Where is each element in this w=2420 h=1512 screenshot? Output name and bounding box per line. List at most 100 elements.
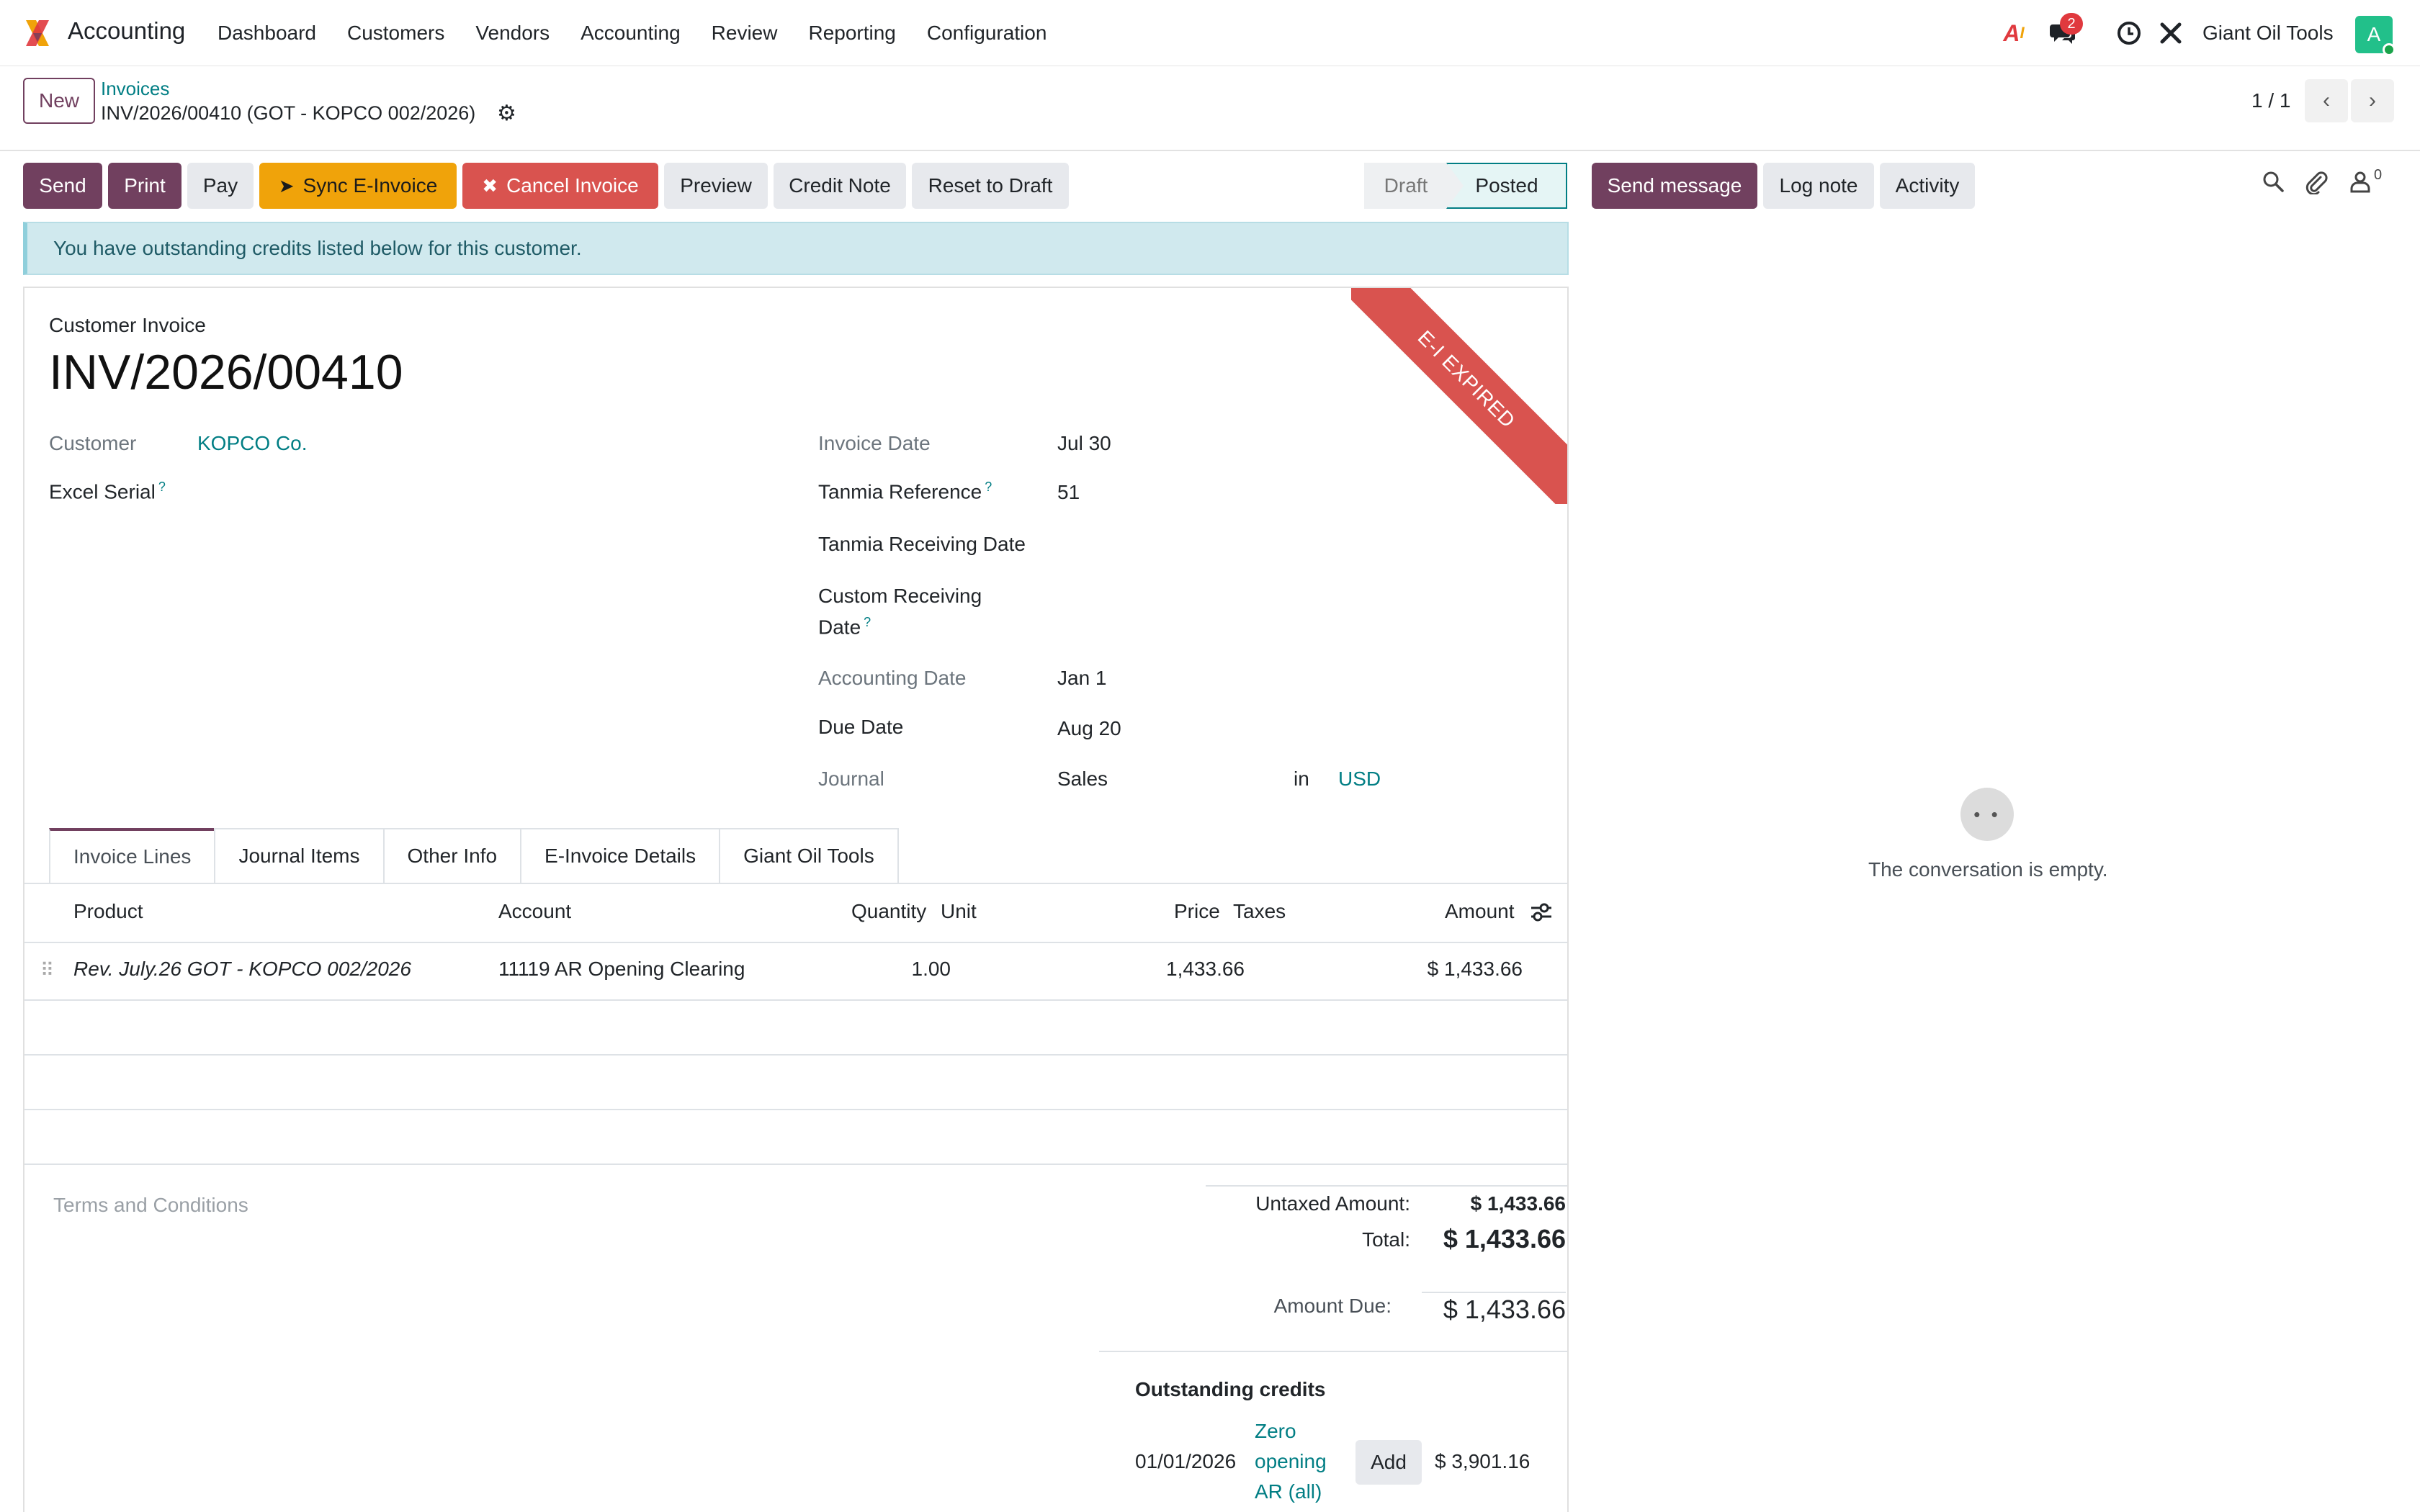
- empty-conversation-text: The conversation is empty.: [1868, 858, 2108, 881]
- currency-field[interactable]: USD: [1338, 768, 1381, 791]
- add-credit-button[interactable]: Add: [1355, 1440, 1422, 1485]
- sync-e-invoice-button[interactable]: ➤ Sync E-Invoice: [259, 163, 457, 209]
- cancel-invoice-button[interactable]: ✖ Cancel Invoice: [462, 163, 658, 209]
- customer-label: Customer: [49, 432, 137, 454]
- line-amount: $ 1,433.66: [1427, 958, 1523, 980]
- breadcrumb-invoices[interactable]: Invoices: [101, 78, 169, 100]
- accounting-app-icon[interactable]: [22, 17, 53, 49]
- terms-and-conditions-field[interactable]: Terms and Conditions: [53, 1194, 248, 1217]
- user-avatar[interactable]: A: [2355, 16, 2396, 56]
- line-product[interactable]: Rev. July.26 GOT - KOPCO 002/2026: [73, 958, 411, 981]
- tanmia-reference-text: Tanmia Reference: [818, 480, 982, 503]
- close-icon: ✖: [482, 174, 498, 197]
- help-icon[interactable]: ?: [864, 615, 871, 629]
- untaxed-amount-value: $ 1,433.66: [1470, 1192, 1566, 1215]
- currency-in-label: in: [1294, 768, 1309, 790]
- reset-to-draft-button[interactable]: Reset to Draft: [912, 163, 1069, 209]
- cancel-invoice-label: Cancel Invoice: [506, 174, 639, 197]
- gear-icon[interactable]: ⚙: [497, 101, 516, 126]
- accounting-date-field[interactable]: Jan 1: [1057, 667, 1107, 690]
- search-icon[interactable]: [2262, 170, 2285, 199]
- table-empty-row-line: [24, 1054, 1567, 1056]
- credit-name-line1[interactable]: Zero: [1255, 1420, 1296, 1443]
- table-header-line: [24, 942, 1567, 943]
- custom-receiving-date-label-line2: Date?: [818, 615, 871, 639]
- pay-button[interactable]: Pay: [187, 163, 254, 209]
- invoice-date-label: Invoice Date: [818, 432, 931, 454]
- invoice-form-sheet: E-I EXPIRED Customer Invoice INV/2026/00…: [23, 287, 1569, 1512]
- due-date-field[interactable]: Aug 20: [1057, 717, 1121, 740]
- print-button[interactable]: Print: [108, 163, 182, 209]
- col-account[interactable]: Account: [498, 900, 571, 923]
- pager-next-button[interactable]: ›: [2351, 79, 2394, 122]
- journal-field[interactable]: Sales: [1057, 768, 1108, 791]
- table-row-line: [24, 999, 1567, 1001]
- col-amount[interactable]: Amount: [1445, 900, 1515, 923]
- credit-name-line2[interactable]: opening: [1255, 1450, 1327, 1473]
- ai-icon[interactable]: AI: [1999, 19, 2028, 48]
- pager-previous-button[interactable]: ‹: [2305, 79, 2348, 122]
- outstanding-credits-line: [1099, 1351, 1567, 1352]
- help-icon[interactable]: ?: [985, 480, 992, 494]
- journal-label: Journal: [818, 768, 884, 790]
- company-switcher[interactable]: Giant Oil Tools: [2202, 22, 2334, 45]
- log-note-button[interactable]: Log note: [1763, 163, 1874, 209]
- tab-e-invoice-details[interactable]: E-Invoice Details: [520, 828, 721, 883]
- record-title: INV/2026/00410 (GOT - KOPCO 002/2026): [101, 102, 476, 124]
- col-unit[interactable]: Unit: [941, 900, 977, 923]
- menu-configuration[interactable]: Configuration: [927, 22, 1047, 45]
- custom-receiving-date-text: Date: [818, 616, 861, 639]
- chevron-right-icon: ›: [2369, 89, 2376, 112]
- new-button[interactable]: New: [23, 78, 95, 124]
- line-account[interactable]: 11119 AR Opening Clearing: [498, 958, 745, 981]
- status-draft[interactable]: Draft: [1364, 163, 1448, 209]
- clock-icon[interactable]: [2115, 19, 2143, 48]
- tanmia-reference-field[interactable]: 51: [1057, 481, 1080, 504]
- invoice-date-field[interactable]: Jul 30: [1057, 432, 1111, 455]
- menu-review[interactable]: Review: [712, 22, 778, 45]
- credit-note-button[interactable]: Credit Note: [774, 163, 906, 209]
- sync-e-invoice-label: Sync E-Invoice: [302, 174, 438, 197]
- menu-customers[interactable]: Customers: [347, 22, 444, 45]
- document-type: Customer Invoice: [49, 314, 206, 336]
- line-price[interactable]: 1,433.66: [1105, 958, 1245, 981]
- tab-journal-items[interactable]: Journal Items: [214, 828, 385, 883]
- top-navbar: Accounting Dashboard Customers Vendors A…: [0, 0, 2420, 66]
- followers-icon[interactable]: [2349, 170, 2371, 199]
- col-price[interactable]: Price: [1174, 900, 1220, 923]
- status-arrow: [1446, 163, 1464, 209]
- table-empty-row-line: [24, 1164, 1567, 1165]
- tanmia-reference-label: Tanmia Reference?: [818, 480, 992, 503]
- tools-icon[interactable]: [2156, 19, 2185, 48]
- avatar-letter: A: [2367, 23, 2381, 45]
- activity-button[interactable]: Activity: [1880, 163, 1975, 209]
- excel-serial-label: Excel Serial?: [49, 480, 166, 503]
- outstanding-credits-alert: You have outstanding credits listed belo…: [23, 222, 1569, 275]
- drag-handle-icon[interactable]: ⠿: [40, 959, 54, 981]
- menu-accounting[interactable]: Accounting: [581, 22, 681, 45]
- menu-reporting[interactable]: Reporting: [808, 22, 895, 45]
- pager-value[interactable]: 1 / 1: [2251, 89, 2290, 112]
- tab-giant-oil-tools[interactable]: Giant Oil Tools: [719, 828, 899, 883]
- col-product[interactable]: Product: [73, 900, 143, 923]
- optional-columns-icon[interactable]: [1530, 901, 1553, 923]
- tab-other-info[interactable]: Other Info: [382, 828, 522, 883]
- excel-serial-text: Excel Serial: [49, 480, 156, 503]
- paperclip-icon[interactable]: [2305, 170, 2328, 200]
- line-quantity[interactable]: 1.00: [864, 958, 951, 981]
- amount-due-value: $ 1,433.66: [1443, 1295, 1566, 1324]
- app-name[interactable]: Accounting: [68, 17, 185, 45]
- preview-button[interactable]: Preview: [664, 163, 768, 209]
- menu-dashboard[interactable]: Dashboard: [218, 22, 316, 45]
- credit-amount: $ 3,901.16: [1435, 1450, 1531, 1472]
- main-menu: Dashboard Customers Vendors Accounting R…: [218, 22, 1077, 45]
- credit-name-line3[interactable]: AR (all): [1255, 1480, 1322, 1503]
- help-icon[interactable]: ?: [158, 480, 166, 494]
- customer-field[interactable]: KOPCO Co.: [197, 432, 307, 455]
- col-quantity[interactable]: Quantity: [851, 900, 926, 923]
- tab-invoice-lines[interactable]: Invoice Lines: [49, 828, 216, 883]
- col-taxes[interactable]: Taxes: [1233, 900, 1286, 923]
- send-button[interactable]: Send: [23, 163, 102, 209]
- send-message-button[interactable]: Send message: [1592, 163, 1757, 209]
- menu-vendors[interactable]: Vendors: [475, 22, 550, 45]
